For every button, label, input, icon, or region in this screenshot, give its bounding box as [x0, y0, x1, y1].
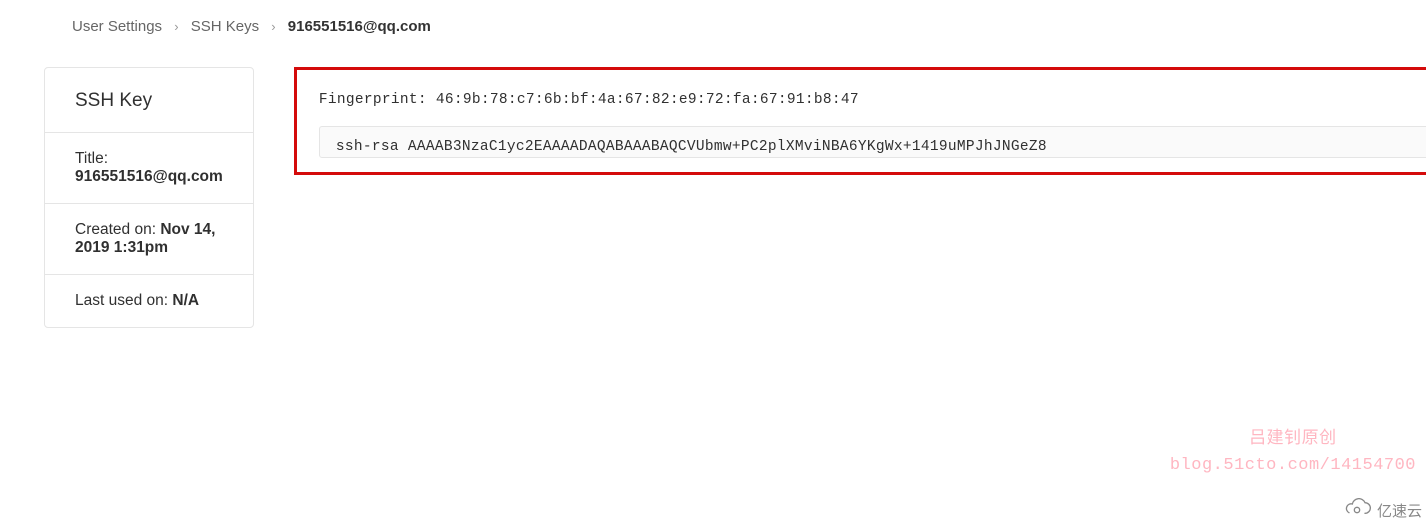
breadcrumb-current: 916551516@qq.com	[288, 18, 431, 35]
card-row-created: Created on: Nov 14, 2019 1:31pm	[45, 204, 253, 275]
breadcrumb-ssh-keys[interactable]: SSH Keys	[191, 18, 259, 35]
watermark-author: 吕建钊原创 blog.51cto.com/14154700	[1170, 427, 1416, 478]
ssh-key-card: SSH Key Title: 916551516@qq.com Created …	[44, 67, 254, 328]
lastused-label: Last used on:	[75, 292, 172, 309]
ssh-key-value: ssh-rsa AAAAB3NzaC1yc2EAAAADAQABAAABAQCV…	[336, 139, 1047, 155]
fingerprint-label: Fingerprint:	[319, 92, 436, 108]
created-label: Created on:	[75, 221, 160, 238]
card-row-title: Title: 916551516@qq.com	[45, 133, 253, 204]
title-value: 916551516@qq.com	[75, 168, 223, 185]
breadcrumb-user-settings[interactable]: User Settings	[72, 18, 162, 35]
chevron-right-icon: ›	[271, 19, 275, 34]
card-header: SSH Key	[45, 68, 253, 133]
cloud-icon	[1341, 498, 1373, 522]
ssh-key-box[interactable]: ssh-rsa AAAAB3NzaC1yc2EAAAADAQABAAABAQCV…	[319, 126, 1426, 158]
lastused-value: N/A	[172, 292, 199, 309]
card-row-lastused: Last used on: N/A	[45, 275, 253, 327]
breadcrumb: User Settings › SSH Keys › 916551516@qq.…	[0, 0, 1426, 35]
fingerprint-line: Fingerprint: 46:9b:78:c7:6b:bf:4a:67:82:…	[319, 92, 1426, 108]
watermark-brand: 亿速云	[1341, 498, 1422, 522]
chevron-right-icon: ›	[174, 19, 178, 34]
title-label: Title:	[75, 150, 108, 167]
fingerprint-value: 46:9b:78:c7:6b:bf:4a:67:82:e9:72:fa:67:9…	[436, 92, 859, 108]
fingerprint-panel: Fingerprint: 46:9b:78:c7:6b:bf:4a:67:82:…	[294, 67, 1426, 175]
